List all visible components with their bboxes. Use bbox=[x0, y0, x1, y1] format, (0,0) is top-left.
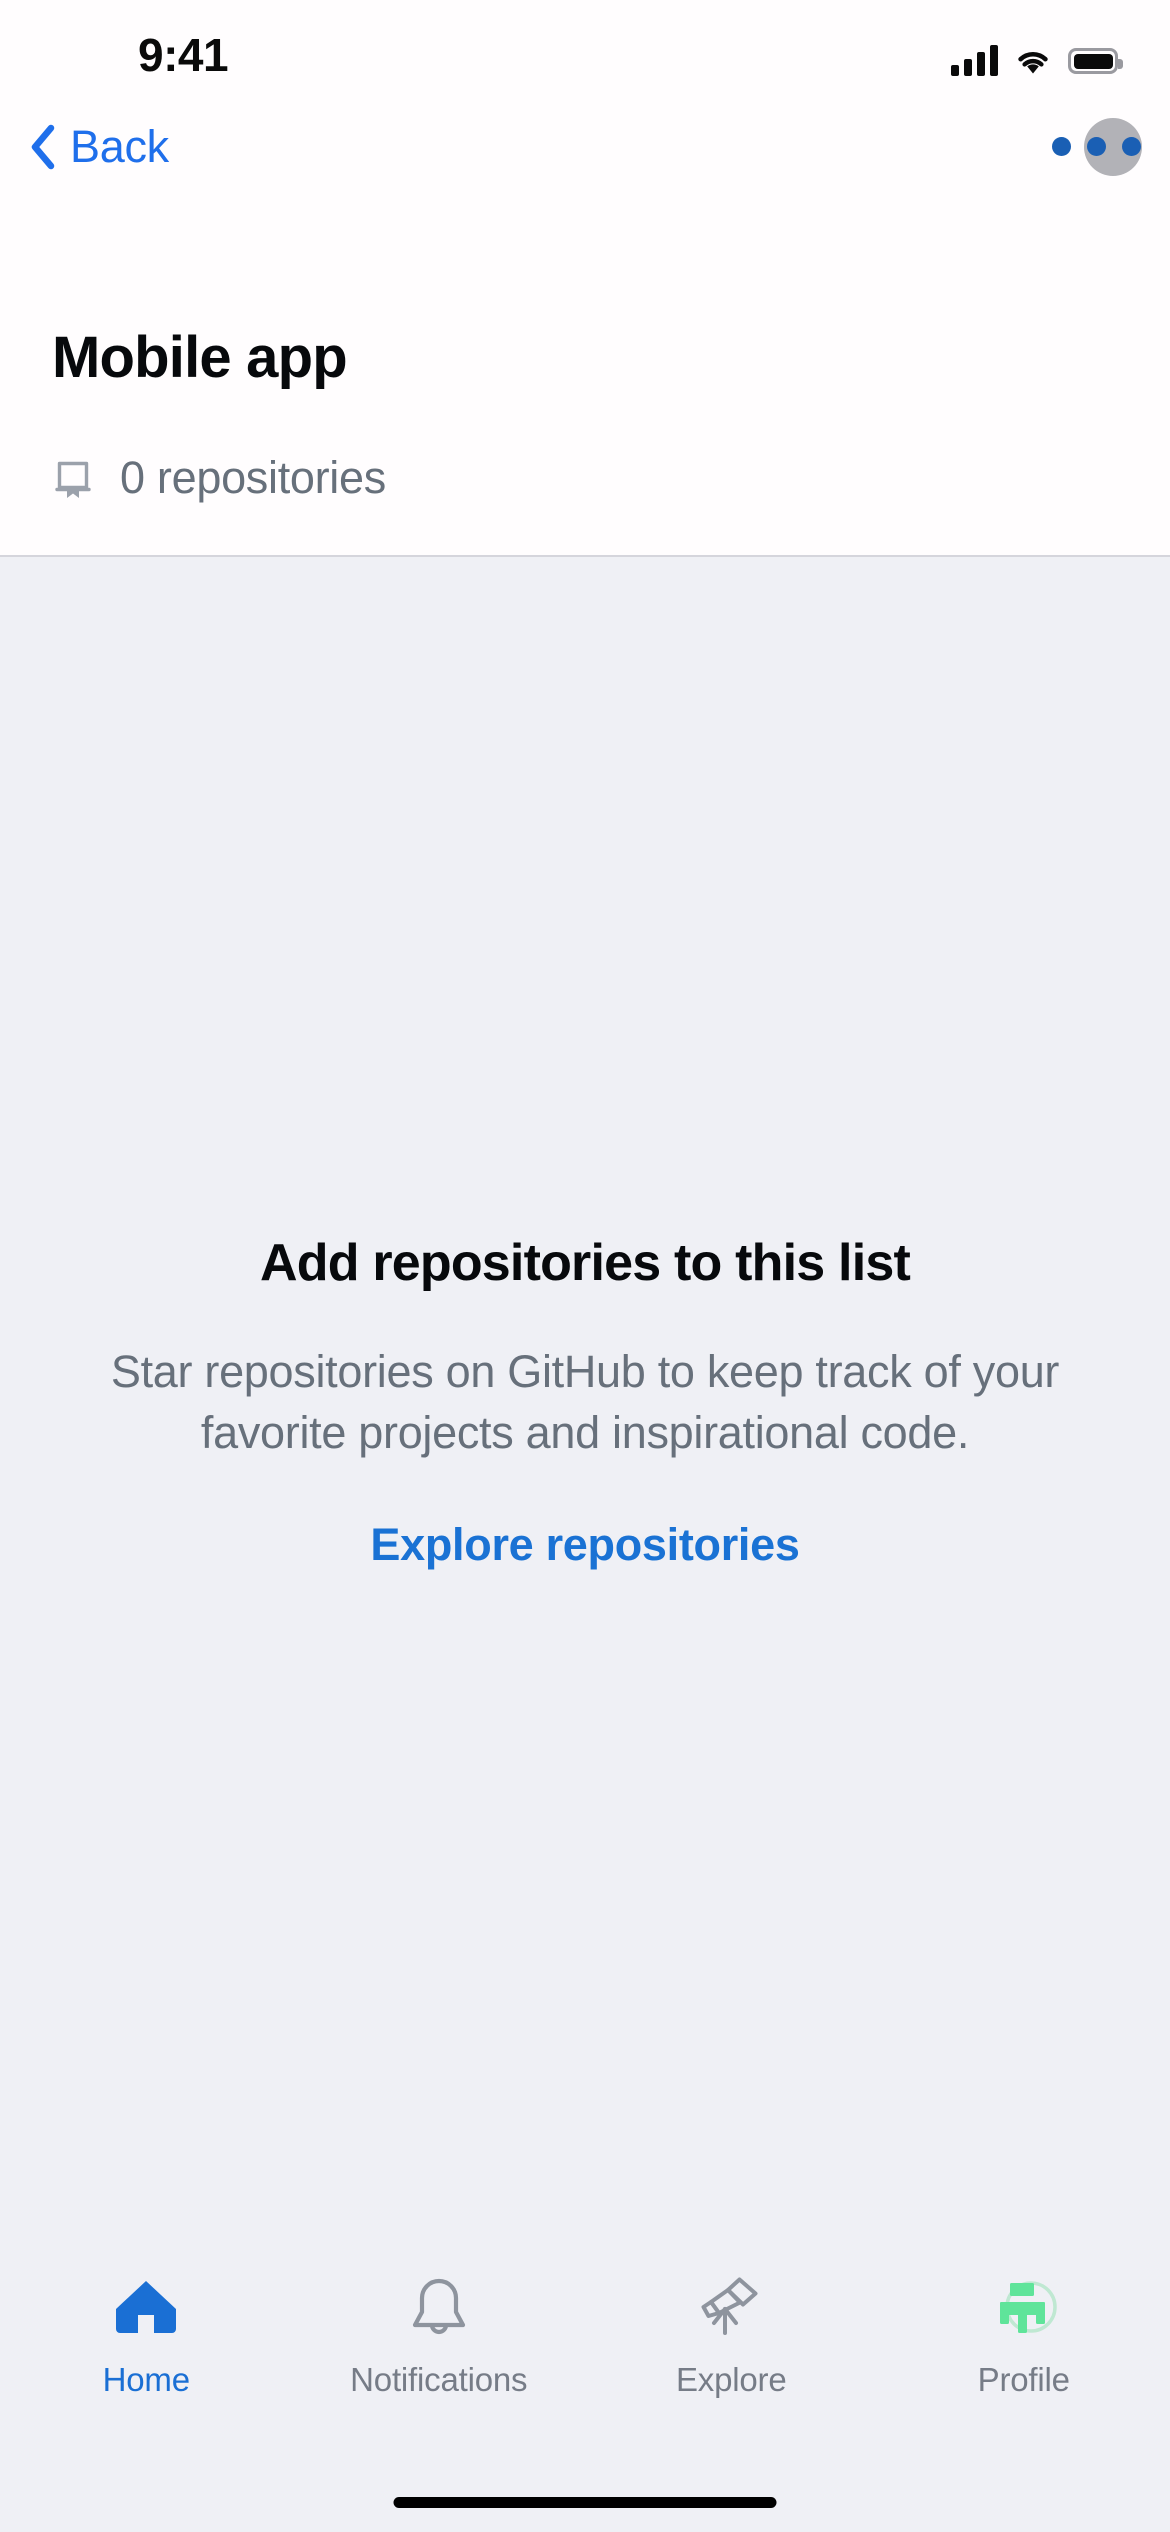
tab-bar: Home Notifications Explore Profile bbox=[0, 2247, 1170, 2532]
tab-explore-label: Explore bbox=[676, 2361, 787, 2398]
back-button[interactable]: Back bbox=[28, 116, 169, 178]
cellular-signal-icon bbox=[951, 45, 998, 76]
tab-home[interactable]: Home bbox=[0, 2271, 293, 2399]
battery-icon bbox=[1068, 48, 1123, 74]
list-header: Mobile app 0 repositories bbox=[0, 194, 1170, 557]
overflow-menu-button[interactable] bbox=[1052, 118, 1148, 178]
empty-state-title: Add repositories to this list bbox=[260, 1233, 911, 1292]
explore-repositories-link[interactable]: Explore repositories bbox=[370, 1519, 799, 1571]
home-indicator bbox=[393, 2497, 777, 2508]
tab-notifications-label: Notifications bbox=[350, 2361, 528, 2398]
repository-count-label: 0 repositories bbox=[120, 452, 386, 503]
chevron-left-icon bbox=[28, 124, 58, 170]
telescope-icon bbox=[695, 2271, 767, 2343]
tab-home-label: Home bbox=[102, 2361, 190, 2398]
status-bar-icons bbox=[951, 40, 1123, 82]
status-bar: 9:41 bbox=[0, 0, 1170, 100]
empty-state-description: Star repositories on GitHub to keep trac… bbox=[110, 1345, 1060, 1458]
back-button-label: Back bbox=[70, 121, 169, 172]
page-title: Mobile app bbox=[52, 325, 348, 390]
empty-state: Add repositories to this list Star repos… bbox=[0, 557, 1170, 2247]
kebab-menu-icon bbox=[1052, 137, 1141, 156]
bell-icon bbox=[403, 2271, 475, 2343]
tab-explore[interactable]: Explore bbox=[585, 2271, 878, 2399]
repository-count: 0 repositories bbox=[52, 452, 386, 504]
home-icon bbox=[110, 2271, 182, 2343]
status-bar-time: 9:41 bbox=[138, 29, 229, 81]
navigation-bar: Back bbox=[0, 100, 1170, 194]
tab-notifications[interactable]: Notifications bbox=[293, 2271, 586, 2399]
profile-avatar-icon bbox=[988, 2271, 1060, 2343]
tab-profile[interactable]: Profile bbox=[878, 2271, 1170, 2399]
repo-icon bbox=[52, 457, 94, 499]
tab-profile-label: Profile bbox=[977, 2361, 1070, 2398]
phone-screen: 9:41 Back Mobile app 0 repositories Add … bbox=[0, 0, 1170, 2532]
wifi-icon bbox=[1014, 46, 1052, 76]
